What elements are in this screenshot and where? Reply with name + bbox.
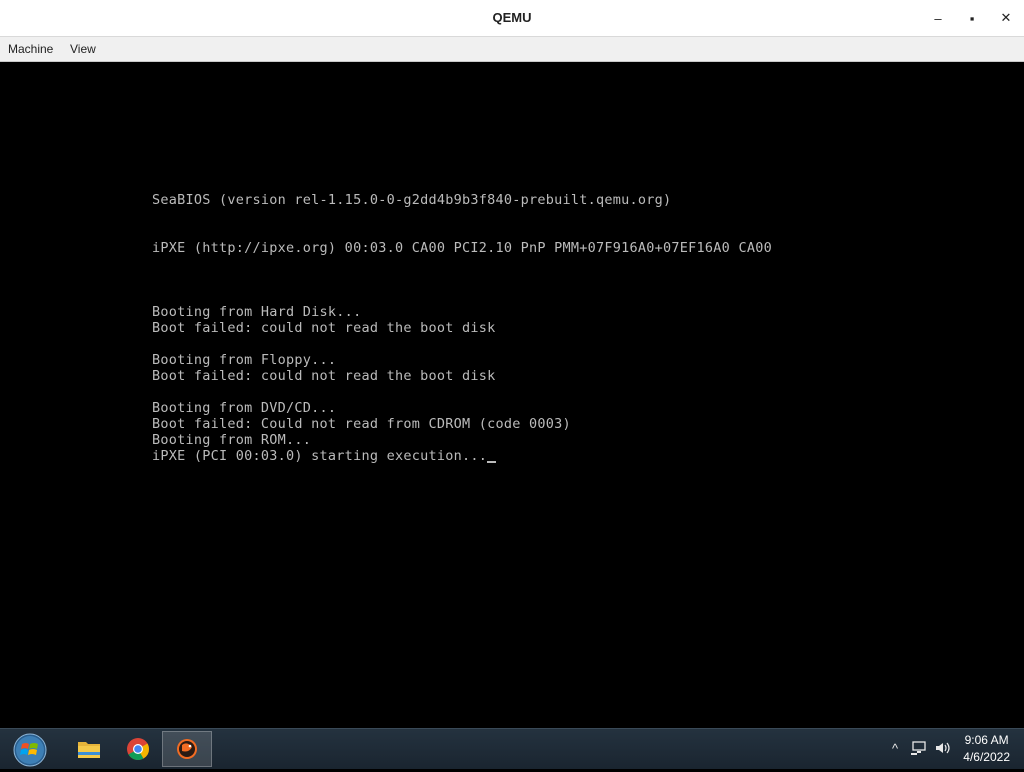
start-button[interactable] <box>10 731 50 767</box>
menu-machine[interactable]: Machine <box>8 42 53 56</box>
console-line-fail-floppy: Boot failed: could not read the boot dis… <box>152 368 496 384</box>
console-line-ipxe-exec-text: iPXE (PCI 00:03.0) starting execution... <box>152 448 488 464</box>
taskbar-chrome[interactable] <box>113 731 163 767</box>
console-line-boot-floppy: Booting from Floppy... <box>152 352 337 368</box>
system-clock[interactable]: 9:06 AM 4/6/2022 <box>963 732 1010 766</box>
minimize-button[interactable]: – <box>921 0 955 36</box>
chrome-icon <box>127 738 149 760</box>
clock-date: 4/6/2022 <box>963 750 1010 764</box>
network-monitor-icon <box>911 741 926 755</box>
taskbar-qemu[interactable] <box>162 731 212 767</box>
close-button[interactable]: ✕ <box>989 0 1023 36</box>
console-line-seabios: SeaBIOS (version rel-1.15.0-0-g2dd4b9b3f… <box>152 192 672 208</box>
text-cursor <box>487 461 497 463</box>
console-line-ipxe-exec: iPXE (PCI 00:03.0) starting execution... <box>152 448 497 464</box>
qemu-icon <box>177 739 197 759</box>
taskbar-file-explorer[interactable] <box>64 731 114 767</box>
menu-view[interactable]: View <box>70 42 96 56</box>
console-line-fail-cd: Boot failed: Could not read from CDROM (… <box>152 416 571 432</box>
volume-icon[interactable] <box>934 739 952 757</box>
taskbar: ^ 9:06 AM 4/6/2022 <box>0 728 1024 769</box>
console-line-boot-hdd: Booting from Hard Disk... <box>152 304 362 320</box>
maximize-button[interactable]: ▪ <box>955 0 989 36</box>
show-hidden-icons-chevron[interactable]: ^ <box>886 739 904 757</box>
network-icon[interactable] <box>910 739 928 757</box>
speaker-icon <box>936 742 950 754</box>
clock-time: 9:06 AM <box>964 733 1009 747</box>
console-line-ipxe: iPXE (http://ipxe.org) 00:03.0 CA00 PCI2… <box>152 240 772 256</box>
window-title: QEMU <box>492 10 532 25</box>
windows-orb-icon <box>13 733 47 767</box>
title-bar: QEMU – ▪ ✕ <box>0 0 1024 37</box>
vm-console-screen[interactable]: SeaBIOS (version rel-1.15.0-0-g2dd4b9b3f… <box>0 62 1024 728</box>
console-line-boot-cd: Booting from DVD/CD... <box>152 400 337 416</box>
console-line-fail-hdd: Boot failed: could not read the boot dis… <box>152 320 496 336</box>
console-line-boot-rom: Booting from ROM... <box>152 432 312 448</box>
menu-bar: Machine View <box>0 37 1024 62</box>
folder-icon <box>78 742 100 758</box>
